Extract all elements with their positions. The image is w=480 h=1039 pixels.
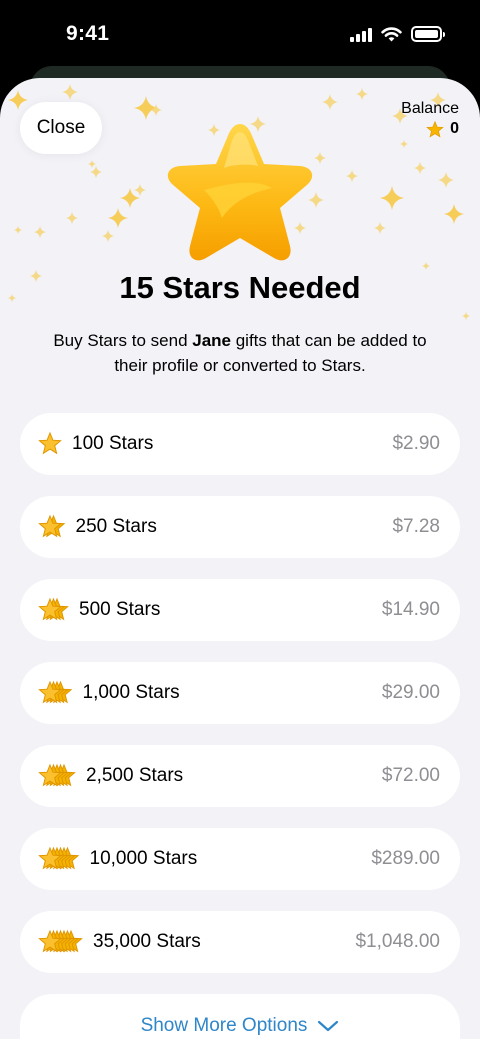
sparkle-icon bbox=[380, 186, 404, 210]
star-option[interactable]: 35,000 Stars $1,048.00 bbox=[20, 911, 460, 973]
sparkle-icon bbox=[120, 188, 140, 208]
subtitle-text-start: Buy Stars to send bbox=[53, 331, 193, 350]
stacked-stars-graphic bbox=[38, 514, 66, 538]
page-title: 15 Stars Needed bbox=[119, 270, 361, 305]
sparkle-icon bbox=[438, 172, 454, 188]
option-label: 100 Stars bbox=[72, 433, 154, 454]
option-label: 500 Stars bbox=[79, 599, 161, 620]
sparkle-icon bbox=[134, 96, 158, 120]
option-label: 1,000 Stars bbox=[82, 682, 180, 703]
hero-star-icon bbox=[167, 124, 313, 261]
stacked-stars-graphic bbox=[38, 929, 83, 953]
star-icon bbox=[426, 120, 444, 138]
balance: Balance 0 bbox=[401, 100, 459, 143]
option-price: $2.90 bbox=[392, 433, 440, 454]
buy-stars-sheet: Close Balance 0 15 Stars Needed Buy Star… bbox=[0, 78, 480, 1039]
sparkle-icon bbox=[14, 226, 22, 234]
sparkle-icon bbox=[150, 104, 162, 116]
option-label: 35,000 Stars bbox=[93, 931, 201, 952]
option-price: $7.28 bbox=[392, 516, 440, 537]
star-option[interactable]: 2,500 Stars $72.00 bbox=[20, 745, 460, 807]
star-option[interactable]: 100 Stars $2.90 bbox=[20, 413, 460, 475]
subtitle: Buy Stars to send Jane gifts that can be… bbox=[40, 328, 440, 378]
option-price: $289.00 bbox=[371, 848, 440, 869]
status-icons bbox=[350, 26, 445, 42]
stacked-stars-icon bbox=[38, 512, 68, 542]
sparkle-icon bbox=[108, 208, 128, 228]
sparkle-icon bbox=[374, 222, 386, 234]
balance-label: Balance bbox=[401, 100, 459, 117]
sparkle-icon bbox=[66, 212, 78, 224]
stacked-stars-graphic bbox=[38, 846, 80, 870]
star-option[interactable]: 500 Stars $14.90 bbox=[20, 579, 460, 641]
show-more-options-button[interactable]: Show More Options bbox=[20, 994, 460, 1039]
stacked-stars-icon bbox=[38, 927, 85, 957]
stacked-stars-icon bbox=[38, 429, 64, 459]
sparkle-icon bbox=[88, 160, 96, 168]
sparkle-icon bbox=[62, 84, 78, 100]
status-bar: 9:41 bbox=[0, 0, 480, 70]
stacked-stars-icon bbox=[38, 595, 71, 625]
stacked-stars-icon bbox=[38, 678, 75, 708]
sparkle-icon bbox=[8, 90, 28, 110]
stacked-stars-graphic bbox=[38, 763, 76, 787]
sparkle-icon bbox=[34, 226, 46, 238]
balance-value-row: 0 bbox=[426, 120, 459, 138]
sparkle-icon bbox=[414, 162, 426, 174]
sparkle-icon bbox=[356, 88, 368, 100]
star-option[interactable]: 250 Stars $7.28 bbox=[20, 496, 460, 558]
balance-value: 0 bbox=[450, 120, 459, 137]
sparkle-icon bbox=[102, 230, 114, 242]
show-more-options-label: Show More Options bbox=[140, 1015, 308, 1036]
recipient-name: Jane bbox=[192, 331, 231, 350]
stacked-stars-graphic bbox=[38, 431, 62, 455]
sparkle-icon bbox=[322, 94, 338, 110]
close-button[interactable]: Close bbox=[20, 102, 102, 154]
option-label: 2,500 Stars bbox=[86, 765, 184, 786]
star-option[interactable]: 1,000 Stars $29.00 bbox=[20, 662, 460, 724]
stacked-stars-icon bbox=[38, 761, 78, 791]
sparkle-icon bbox=[422, 262, 430, 270]
sparkle-icon bbox=[346, 170, 358, 182]
battery-icon bbox=[411, 26, 445, 42]
star-icon bbox=[38, 431, 62, 455]
stacked-stars-graphic bbox=[38, 597, 69, 621]
cellular-signal-icon bbox=[350, 27, 372, 42]
status-time: 9:41 bbox=[66, 22, 110, 45]
wifi-icon bbox=[381, 27, 402, 42]
option-price: $1,048.00 bbox=[355, 931, 440, 952]
sparkle-icon bbox=[462, 312, 470, 320]
option-price: $14.90 bbox=[381, 599, 440, 620]
star-option[interactable]: 10,000 Stars $289.00 bbox=[20, 828, 460, 890]
option-price: $72.00 bbox=[381, 765, 440, 786]
sparkle-icon bbox=[134, 184, 146, 196]
star-options-list: 100 Stars $2.90 250 Stars $7.28 500 Star… bbox=[20, 413, 460, 1039]
sparkle-icon bbox=[90, 166, 102, 178]
stacked-stars-icon bbox=[38, 844, 82, 874]
stacked-stars-graphic bbox=[38, 680, 73, 704]
option-label: 10,000 Stars bbox=[89, 848, 198, 869]
option-price: $29.00 bbox=[381, 682, 440, 703]
option-label: 250 Stars bbox=[75, 516, 157, 537]
sparkle-icon bbox=[444, 204, 464, 224]
chevron-down-icon bbox=[318, 1020, 339, 1032]
